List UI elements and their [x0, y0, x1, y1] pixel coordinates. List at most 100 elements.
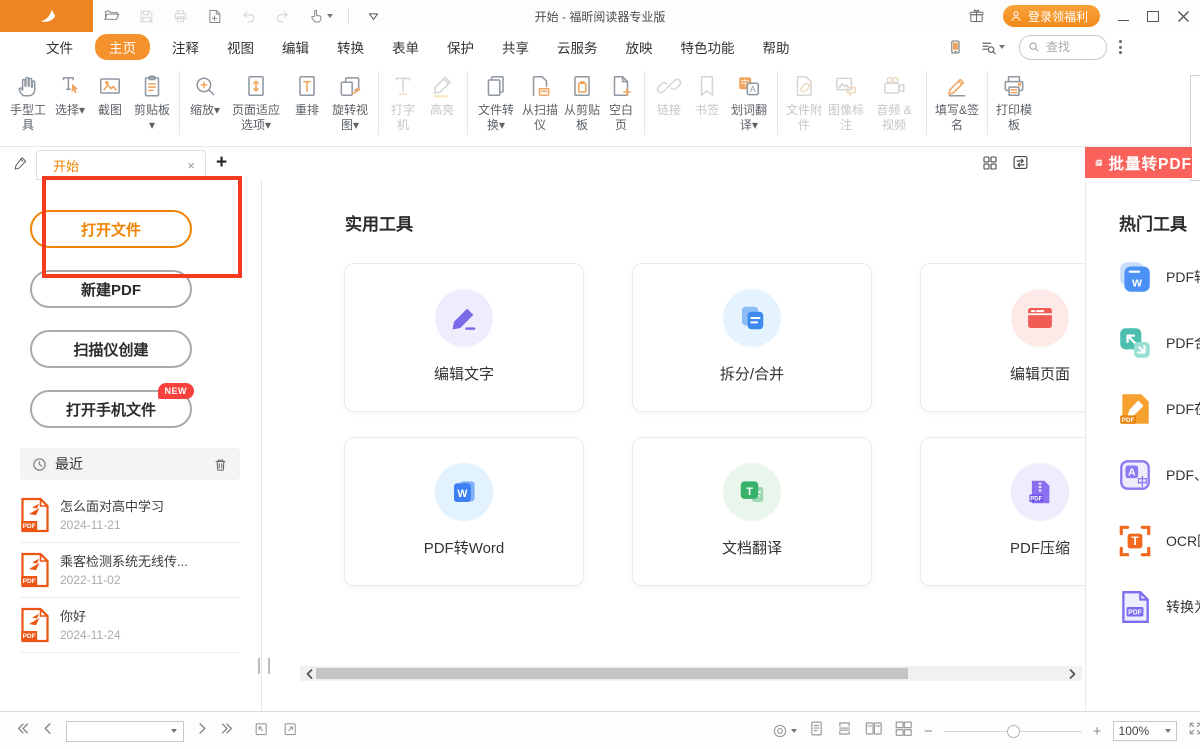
- grid-view-icon[interactable]: [982, 155, 998, 176]
- word-translate-button[interactable]: 中A 划词翻译▾: [726, 71, 772, 133]
- file-convert-button[interactable]: 文件转换▾: [473, 71, 519, 133]
- file-attachment-button: 文件附件: [783, 71, 825, 133]
- clipboard-button[interactable]: 剪贴板▾: [130, 71, 174, 133]
- card-doc-translate[interactable]: T 文档翻译: [632, 437, 872, 586]
- menu-file[interactable]: 文件: [32, 34, 87, 60]
- next-view-icon[interactable]: [282, 721, 298, 742]
- menu-view[interactable]: 视图: [213, 34, 268, 60]
- recent-file-name: 你好: [60, 609, 86, 624]
- hot-tool-convert-to-pdf[interactable]: PDF 转换为: [1116, 588, 1200, 626]
- zoom-slider[interactable]: [944, 724, 1082, 738]
- first-page-icon[interactable]: [16, 722, 30, 740]
- menu-convert[interactable]: 转换: [323, 34, 378, 60]
- scroll-right-icon[interactable]: [1067, 667, 1078, 685]
- tab-close-icon[interactable]: ×: [187, 158, 195, 173]
- hot-tool-pdf-translate[interactable]: A中 PDF、: [1116, 456, 1200, 494]
- hot-tool-ocr[interactable]: T OCR图: [1116, 522, 1200, 560]
- zoom-in-icon[interactable]: +: [1093, 723, 1102, 740]
- reflow-button[interactable]: 重排: [287, 71, 327, 118]
- facing-continuous-layout-icon[interactable]: [894, 720, 913, 742]
- maximize-button[interactable]: [1146, 9, 1160, 23]
- menu-home[interactable]: 主页: [95, 34, 150, 60]
- select-button[interactable]: 选择▾: [50, 71, 90, 118]
- more-options-icon[interactable]: [1119, 40, 1122, 54]
- blank-page-button[interactable]: 空白页: [603, 71, 639, 133]
- switch-document-icon[interactable]: [1012, 154, 1029, 176]
- menu-comment[interactable]: 注释: [158, 34, 213, 60]
- hand-pointer-icon[interactable]: [306, 6, 334, 26]
- open-folder-icon[interactable]: [102, 6, 122, 26]
- hot-tool-pdf-merge[interactable]: PDF合: [1116, 324, 1200, 362]
- new-badge: NEW: [158, 383, 195, 399]
- from-scanner-button[interactable]: 从扫描仪: [519, 71, 561, 133]
- next-page-icon[interactable]: [197, 722, 207, 740]
- zoom-out-icon[interactable]: −: [924, 723, 933, 740]
- menu-present[interactable]: 放映: [612, 34, 667, 60]
- hot-tool-pdf-online-edit[interactable]: PDF PDF在: [1116, 390, 1200, 428]
- menu-help[interactable]: 帮助: [749, 34, 804, 60]
- menu-features[interactable]: 特色功能: [667, 34, 749, 60]
- panel-resize-handle[interactable]: [258, 658, 270, 674]
- trash-icon[interactable]: [213, 457, 228, 472]
- new-document-icon[interactable]: [204, 6, 224, 26]
- recent-file-name: 乘客检测系统无线传...: [60, 554, 188, 569]
- horizontal-scrollbar[interactable]: [300, 666, 1082, 681]
- card-pdf-compress[interactable]: PDF PDF压缩: [920, 437, 1085, 586]
- previous-page-icon[interactable]: [43, 722, 53, 740]
- search-options-icon[interactable]: [977, 37, 1007, 57]
- scroll-left-icon[interactable]: [304, 667, 315, 685]
- gift-icon[interactable]: [967, 6, 987, 26]
- recent-file-row[interactable]: PDF 乘客检测系统无线传...2022-11-02: [20, 543, 240, 598]
- page-fit-button[interactable]: 页面适应选项▾: [225, 71, 287, 133]
- minimize-button[interactable]: [1116, 9, 1130, 23]
- card-split-merge[interactable]: 拆分/合并: [632, 263, 872, 412]
- card-edit-text[interactable]: 编辑文字: [344, 263, 584, 412]
- hot-tool-pdf-to-word[interactable]: w PDF转: [1116, 258, 1200, 296]
- zoom-button[interactable]: 缩放▾: [185, 71, 225, 118]
- zoom-level-combo[interactable]: 100%: [1113, 721, 1177, 741]
- rotate-view-button[interactable]: 旋转视图▾: [327, 71, 373, 133]
- find-box[interactable]: [1019, 35, 1107, 60]
- scrollbar-thumb[interactable]: [316, 668, 908, 679]
- find-input[interactable]: [1044, 39, 1092, 55]
- from-clipboard-button[interactable]: 从剪贴板: [561, 71, 603, 133]
- hand-tool-button[interactable]: 手型工具: [6, 71, 50, 133]
- menubar-right: [945, 32, 1122, 62]
- scanner-create-button[interactable]: 扫描仪创建: [30, 330, 192, 368]
- card-edit-pages[interactable]: 编辑页面: [920, 263, 1085, 412]
- snapshot-button[interactable]: 截图: [90, 71, 130, 118]
- login-button[interactable]: 登录领福利: [1003, 5, 1100, 27]
- print-template-button[interactable]: 打印模板: [993, 71, 1035, 133]
- continuous-layout-icon[interactable]: [836, 720, 853, 742]
- menu-share[interactable]: 共享: [488, 34, 543, 60]
- menu-form[interactable]: 表单: [378, 34, 433, 60]
- mobile-phone-icon[interactable]: [945, 37, 965, 57]
- clipboard-icon: [139, 71, 165, 101]
- page-number-combo[interactable]: [66, 721, 184, 742]
- fullscreen-icon[interactable]: [1188, 721, 1200, 741]
- previous-view-icon[interactable]: [253, 721, 269, 742]
- recent-file-row[interactable]: PDF 怎么面对高中学习2024-11-21: [20, 488, 240, 543]
- ocr-icon: T: [1116, 522, 1154, 560]
- hot-tool-label: 转换为: [1166, 597, 1200, 617]
- menu-protect[interactable]: 保护: [433, 34, 488, 60]
- last-page-icon[interactable]: [220, 722, 234, 740]
- new-tab-button[interactable]: +: [216, 152, 227, 174]
- close-button[interactable]: [1176, 9, 1190, 23]
- menu-edit[interactable]: 编辑: [268, 34, 323, 60]
- single-page-layout-icon[interactable]: [808, 720, 825, 742]
- zoom-slider-knob[interactable]: [1007, 725, 1020, 738]
- edit-tabs-icon[interactable]: [14, 155, 31, 177]
- status-bar: − + 100%: [0, 711, 1200, 749]
- view-mode-icon[interactable]: [772, 723, 797, 739]
- card-pdf-to-word[interactable]: W PDF转Word: [344, 437, 584, 586]
- facing-layout-icon[interactable]: [864, 720, 883, 742]
- zoom-icon: [192, 71, 218, 101]
- open-mobile-file-button[interactable]: 打开手机文件 NEW: [30, 390, 192, 428]
- menu-cloud[interactable]: 云服务: [543, 34, 612, 60]
- customize-toolbar-icon[interactable]: [363, 6, 383, 26]
- fill-sign-button[interactable]: 填写&签名: [932, 71, 982, 133]
- image-annotation-button: 图像标注: [825, 71, 867, 133]
- recent-file-row[interactable]: PDF 你好2024-11-24: [20, 598, 240, 653]
- batch-convert-pdf-button[interactable]: 批量转PDF: [1085, 147, 1192, 178]
